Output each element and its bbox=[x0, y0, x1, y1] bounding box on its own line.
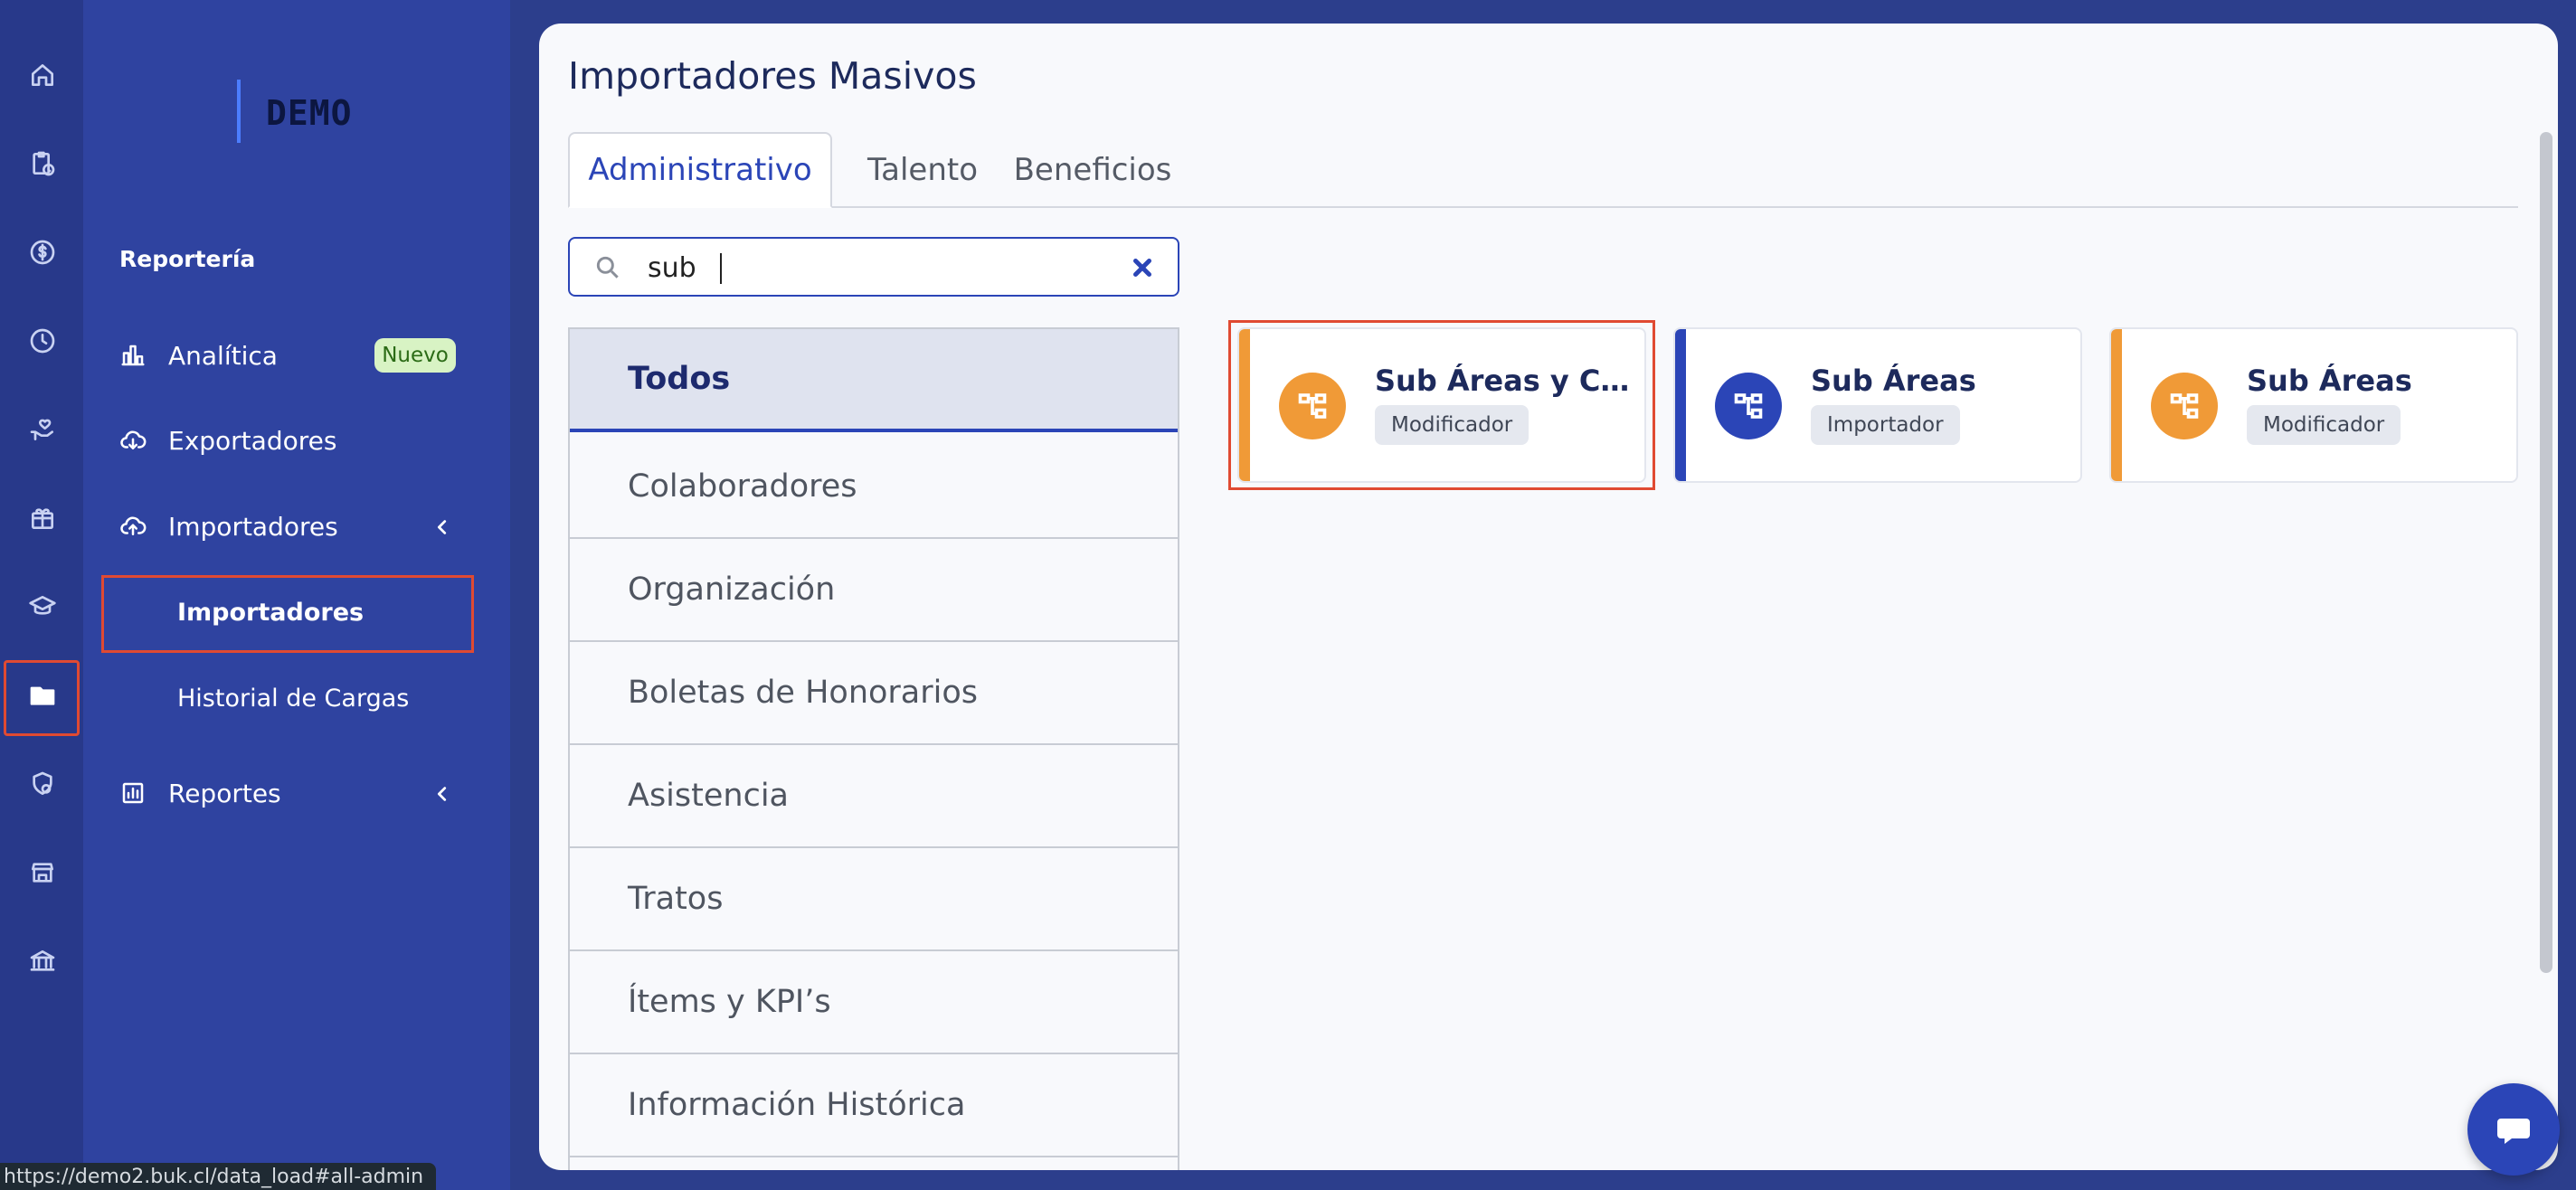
page-title: Importadores Masivos bbox=[568, 54, 977, 98]
folder-icon[interactable] bbox=[20, 673, 65, 718]
dollar-icon[interactable] bbox=[20, 230, 65, 275]
scrollbar[interactable] bbox=[2540, 132, 2552, 973]
chevron-left-icon[interactable] bbox=[432, 517, 452, 537]
main-panel: Importadores Masivos Administrativo Tale… bbox=[539, 24, 2558, 1170]
sidebar-item-label: Importadores bbox=[168, 511, 338, 542]
report-icon bbox=[122, 782, 144, 804]
card-tag: Importador bbox=[1811, 405, 1960, 445]
shield-user-icon[interactable] bbox=[20, 761, 65, 807]
category-items-kpis[interactable]: Ítems y KPI’s bbox=[570, 951, 1178, 1054]
search-input[interactable] bbox=[648, 248, 1118, 288]
card-accent bbox=[1239, 329, 1250, 481]
chat-button[interactable] bbox=[2467, 1083, 2560, 1176]
sidebar-subitem-historial-cargas[interactable]: Historial de Cargas bbox=[177, 685, 409, 713]
sidebar-subitem-importadores[interactable]: Importadores bbox=[177, 599, 364, 627]
cloud-upload-icon bbox=[120, 516, 147, 535]
category-informacion-historica[interactable]: Información Histórica bbox=[570, 1054, 1178, 1157]
icon-rail bbox=[0, 0, 83, 1190]
hand-heart-icon[interactable] bbox=[20, 407, 65, 452]
chat-bubble-icon bbox=[2497, 1119, 2530, 1144]
card-accent bbox=[1675, 329, 1686, 481]
sidebar-item-label: Reportes bbox=[168, 778, 281, 808]
category-colaboradores[interactable]: Colaboradores bbox=[570, 436, 1178, 539]
category-list: Todos Colaboradores Organización Boletas… bbox=[568, 327, 1179, 1170]
tab-beneficios[interactable]: Beneficios bbox=[1002, 132, 1183, 208]
sidebar-item-exportadores[interactable]: Exportadores bbox=[119, 418, 499, 463]
result-card[interactable]: Sub Áreas Modificador bbox=[2109, 327, 2518, 483]
org-chart-icon bbox=[1715, 373, 1782, 439]
store-icon[interactable] bbox=[20, 850, 65, 895]
text-caret bbox=[720, 253, 722, 284]
tab-talento[interactable]: Talento bbox=[852, 132, 993, 208]
company-logo[interactable]: DEMO bbox=[266, 93, 353, 133]
sidebar-item-label: Analítica bbox=[168, 340, 278, 371]
gift-icon[interactable] bbox=[20, 496, 65, 541]
graduation-cap-icon[interactable] bbox=[20, 584, 65, 629]
status-bar-url: https://demo2.buk.cl/data_load#all-admin bbox=[0, 1163, 437, 1190]
card-accent bbox=[2111, 329, 2122, 481]
sidebar-item-label: Exportadores bbox=[168, 425, 337, 456]
card-title: Sub Áreas y Car... bbox=[1375, 364, 1630, 398]
card-tag: Modificador bbox=[1375, 405, 1530, 445]
home-icon[interactable] bbox=[20, 52, 65, 98]
category-organizacion[interactable]: Organización bbox=[570, 539, 1178, 642]
card-title: Sub Áreas bbox=[1811, 364, 1976, 398]
section-title: Reportería bbox=[119, 246, 256, 272]
bank-icon[interactable] bbox=[20, 939, 65, 984]
cloud-download-icon bbox=[120, 430, 147, 449]
card-title: Sub Áreas bbox=[2247, 364, 2412, 398]
sidebar: DEMO Reportería Analítica Nuevo Exportad… bbox=[83, 0, 510, 1190]
clipboard-clock-icon[interactable] bbox=[20, 141, 65, 186]
chevron-left-icon[interactable] bbox=[432, 784, 452, 804]
org-chart-icon bbox=[1279, 373, 1346, 439]
category-asistencia[interactable]: Asistencia bbox=[570, 745, 1178, 848]
logo-divider bbox=[237, 80, 241, 143]
card-tag: Modificador bbox=[2247, 405, 2401, 445]
clear-search-icon[interactable] bbox=[1129, 254, 1156, 281]
category-todos[interactable]: Todos bbox=[570, 329, 1178, 432]
bar-chart-icon bbox=[121, 345, 145, 366]
clock-icon[interactable] bbox=[20, 318, 65, 364]
org-chart-icon bbox=[2151, 373, 2218, 439]
tab-administrativo[interactable]: Administrativo bbox=[568, 132, 832, 208]
result-card[interactable]: Sub Áreas Importador bbox=[1673, 327, 2082, 483]
category-tratos[interactable]: Tratos bbox=[570, 848, 1178, 951]
category-boletas-honorarios[interactable]: Boletas de Honorarios bbox=[570, 642, 1178, 745]
search-box bbox=[568, 237, 1179, 297]
new-badge: Nuevo bbox=[374, 338, 456, 373]
result-card[interactable]: Sub Áreas y Car... Modificador bbox=[1237, 327, 1646, 483]
search-icon bbox=[593, 253, 622, 282]
